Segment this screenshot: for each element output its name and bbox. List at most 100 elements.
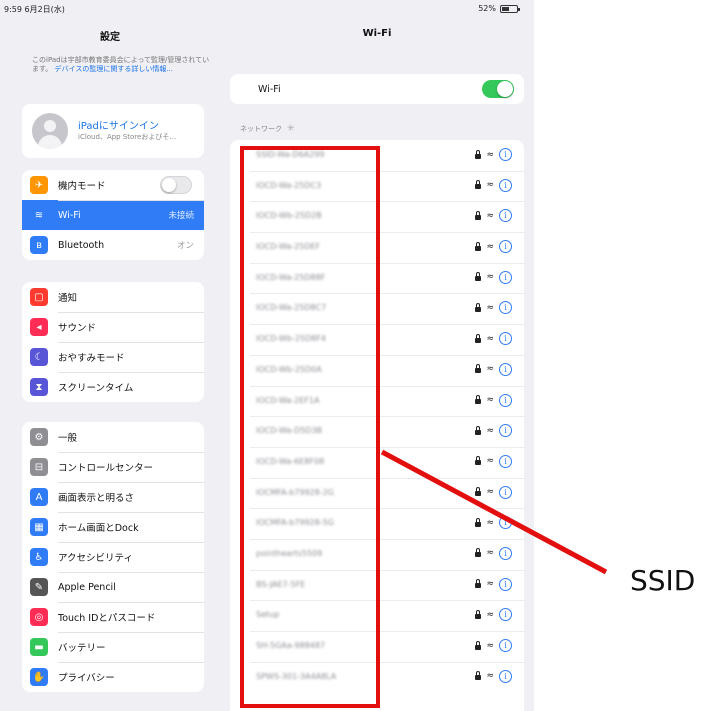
info-icon[interactable]: i (499, 454, 512, 468)
network-status-icons: ≈ i (475, 424, 512, 438)
sidebar-item-label: 機内モード (58, 181, 106, 192)
status-battery: 52% (478, 4, 520, 13)
notice-link[interactable]: デバイスの監理に関する詳しい情報... (55, 65, 173, 73)
wifi-toggle-row: Wi-Fi (230, 74, 524, 104)
sidebar-item-label: 通知 (58, 293, 78, 304)
account-subtitle: iCloud、App Storeおよびそ… (78, 133, 177, 141)
sidebar-item-hourglass[interactable]: ⧗ スクリーンタイム (22, 372, 204, 402)
info-icon[interactable]: i (499, 178, 512, 192)
sidebar-title: 設定 (100, 32, 120, 43)
hourglass-icon: ⧗ (30, 378, 48, 396)
info-icon[interactable]: i (499, 240, 512, 254)
info-icon[interactable]: i (499, 301, 512, 315)
wifi-signal-icon: ≈ (486, 579, 494, 590)
wifi-signal-icon: ≈ (486, 487, 494, 498)
network-status-icons: ≈ i (475, 270, 512, 284)
account-signin[interactable]: iPadにサインイン iCloud、App Storeおよびそ… (22, 104, 204, 158)
gear-icon: ⚙ (30, 428, 48, 446)
sidebar-item-fingerprint[interactable]: ◎ Touch IDとパスコード (22, 602, 204, 632)
wifi-signal-icon: ≈ (486, 241, 494, 252)
avatar (32, 113, 68, 149)
sidebar-item-home-screen[interactable]: ▦ ホーム画面とDock (22, 512, 204, 542)
info-icon[interactable]: i (499, 424, 512, 438)
info-icon[interactable]: i (499, 608, 512, 622)
lock-icon (475, 180, 482, 190)
status-bar: 9:59 6月2日(水) 52% (0, 0, 534, 18)
info-icon[interactable]: i (499, 546, 512, 560)
info-icon[interactable]: i (499, 669, 512, 683)
wifi-signal-icon: ≈ (486, 302, 494, 313)
sidebar-item-label: プライバシー (58, 673, 115, 684)
network-status-icons: ≈ i (475, 669, 512, 683)
network-status-icons: ≈ i (475, 577, 512, 591)
battery-percent: 52% (478, 4, 496, 13)
info-icon[interactable]: i (499, 516, 512, 530)
sidebar-item-label: スクリーンタイム (58, 383, 134, 394)
info-icon[interactable]: i (499, 485, 512, 499)
wifi-signal-icon: ≈ (486, 149, 494, 160)
sidebar-item-bluetooth[interactable]: ʙ Bluetooth オン (22, 230, 204, 260)
network-status-icons: ≈ i (475, 148, 512, 161)
sidebar-item-label: Wi-Fi (58, 209, 81, 221)
info-icon[interactable]: i (499, 577, 512, 591)
sidebar-item-notifications[interactable]: ▢ 通知 (22, 282, 204, 312)
info-icon[interactable]: i (499, 209, 512, 223)
network-status-icons: ≈ i (475, 639, 512, 652)
info-icon[interactable]: i (499, 393, 512, 407)
home-screen-icon: ▦ (30, 518, 48, 536)
bluetooth-icon: ʙ (30, 236, 48, 254)
lock-icon (475, 210, 482, 220)
network-status-icons: ≈ i (475, 209, 512, 223)
info-icon[interactable]: i (499, 332, 512, 346)
sidebar-item-control-center[interactable]: ⊟ コントロールセンター (22, 452, 204, 482)
fingerprint-icon: ◎ (30, 608, 48, 626)
lock-icon (475, 333, 482, 343)
info-icon[interactable]: i (499, 270, 512, 284)
network-status-icons: ≈ i (475, 301, 512, 315)
wifi-icon: ≋ (30, 206, 48, 224)
lock-icon (475, 425, 482, 435)
sidebar-item-battery[interactable]: ▬ バッテリー (22, 632, 204, 662)
battery-icon (500, 4, 520, 13)
wifi-toggle[interactable] (482, 80, 514, 98)
network-status-icons: ≈ i (475, 393, 512, 407)
control-center-icon: ⊟ (30, 458, 48, 476)
lock-icon (475, 579, 482, 589)
lock-icon (475, 456, 482, 466)
lock-icon (475, 609, 482, 619)
wifi-signal-icon: ≈ (486, 548, 494, 559)
sidebar-item-moon[interactable]: ☾ おやすみモード (22, 342, 204, 372)
wifi-signal-icon: ≈ (486, 640, 494, 651)
moon-icon: ☾ (30, 348, 48, 366)
notifications-icon: ▢ (30, 288, 48, 306)
settings-group-notifications: ▢ 通知 ◂ サウンド ☾ おやすみモード ⧗ スクリーンタイム (22, 282, 204, 402)
info-icon[interactable]: i (499, 148, 512, 161)
sidebar-item-pencil[interactable]: ✎ Apple Pencil (22, 572, 204, 602)
network-status-icons: ≈ i (475, 546, 512, 560)
info-icon[interactable]: i (499, 639, 512, 652)
network-status-icons: ≈ i (475, 362, 512, 376)
sidebar-item-accessibility[interactable]: ♿ アクセシビリティ (22, 542, 204, 572)
sidebar-item-label: Apple Pencil (58, 581, 116, 593)
network-status-icons: ≈ i (475, 332, 512, 346)
networks-header: ネットワーク ✳ (240, 124, 295, 134)
settings-sidebar: 設定 このiPadは宇部市教育委員会によって監理/管理されています。 デバイスの… (0, 18, 220, 711)
sidebar-item-value: オン (176, 241, 194, 251)
sidebar-item-gear[interactable]: ⚙ 一般 (22, 422, 204, 452)
airplane-mode-toggle[interactable] (160, 176, 192, 194)
accessibility-icon: ♿ (30, 548, 48, 566)
sidebar-item-label: コントロールセンター (58, 463, 154, 474)
display-icon: A (30, 488, 48, 506)
sidebar-item-label: おやすみモード (58, 353, 125, 364)
sidebar-item-display[interactable]: A 画面表示と明るさ (22, 482, 204, 512)
sidebar-item-sound[interactable]: ◂ サウンド (22, 312, 204, 342)
info-icon[interactable]: i (499, 362, 512, 376)
sidebar-item-label: アクセシビリティ (58, 553, 133, 564)
network-status-icons: ≈ i (475, 178, 512, 192)
networks-header-label: ネットワーク (240, 125, 282, 133)
sidebar-item-hand[interactable]: ✋ プライバシー (22, 662, 204, 692)
sidebar-item-label: サウンド (58, 323, 97, 334)
network-status-icons: ≈ i (475, 240, 512, 254)
sidebar-item-airplane[interactable]: ✈ 機内モード (22, 170, 204, 200)
sidebar-item-wifi[interactable]: ≋ Wi-Fi 未接続 (22, 200, 204, 230)
